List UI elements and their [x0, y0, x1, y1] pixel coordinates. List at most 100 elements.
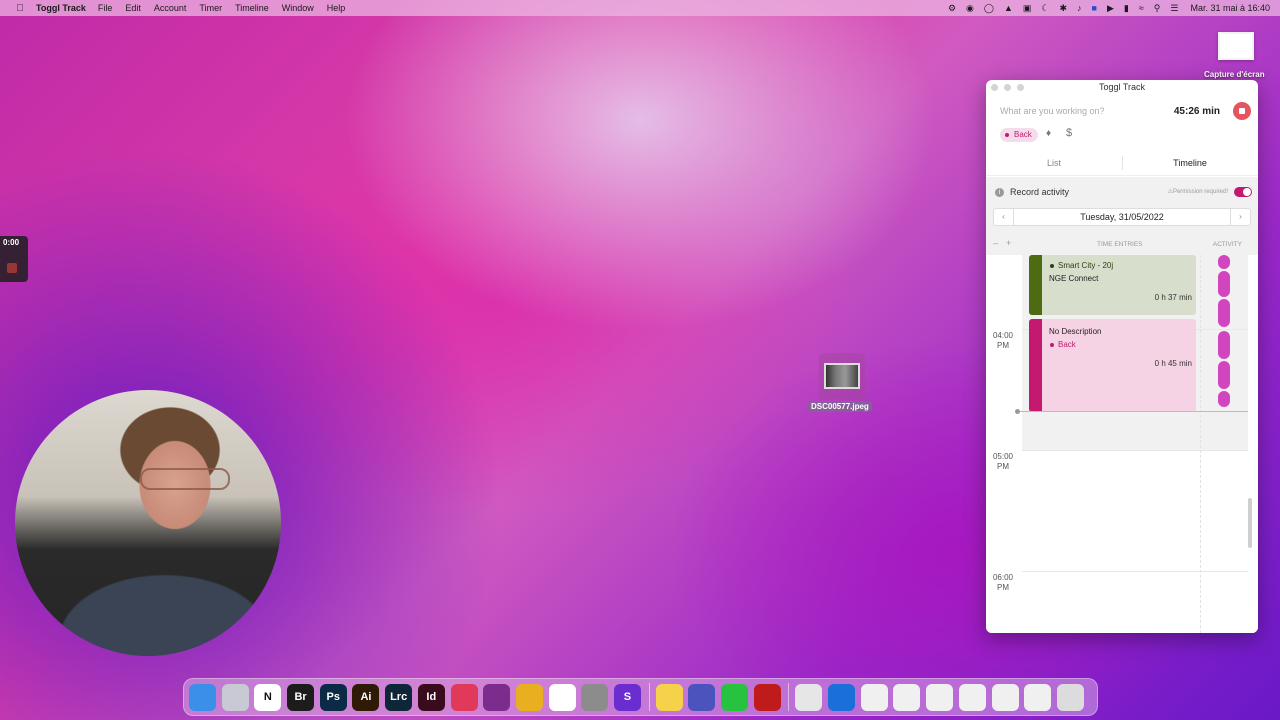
description-input[interactable]: What are you working on?: [1000, 106, 1105, 116]
menu-help[interactable]: Help: [327, 3, 346, 13]
zoom-out-button[interactable]: –: [993, 238, 998, 248]
permission-warning[interactable]: ⚠Permission required!: [1168, 188, 1228, 195]
system-preferences-icon[interactable]: [581, 683, 609, 711]
menu-account[interactable]: Account: [154, 3, 187, 13]
apple-icon[interactable]: : [12, 3, 28, 14]
creative-cloud-icon[interactable]: ◯: [984, 3, 994, 14]
window-controls: [991, 84, 1030, 91]
document-thumb-3-icon[interactable]: [926, 683, 954, 711]
toggl-icon[interactable]: [450, 683, 478, 711]
dock-separator: [648, 683, 650, 711]
whatsapp-icon[interactable]: [721, 683, 748, 711]
webcam-person: [140, 468, 230, 490]
running-timer[interactable]: 45:26 min: [1174, 106, 1220, 117]
menu-timer[interactable]: Timer: [199, 3, 222, 13]
project-pill[interactable]: Back: [1000, 128, 1038, 142]
document-thumb-2-icon[interactable]: [893, 683, 921, 711]
circle-status-icon[interactable]: ◉: [966, 3, 974, 14]
entry-description: NGE Connect: [1049, 274, 1099, 283]
time-entry-block[interactable]: No Description Back 0 h 45 min: [1029, 319, 1196, 412]
activity-segment: [1218, 331, 1230, 359]
dock-separator: [788, 683, 790, 711]
onepassword-icon[interactable]: [828, 683, 856, 711]
jpeg-file-label[interactable]: DSC00577.jpeg: [808, 401, 872, 412]
info-icon[interactable]: i: [995, 188, 1004, 197]
dock: N Br Ps Ai Lrc Id S: [183, 678, 1098, 716]
document-thumb-1-icon[interactable]: [860, 683, 888, 711]
menu-timeline[interactable]: Timeline: [235, 3, 269, 13]
flag-fr-icon[interactable]: ■: [1092, 3, 1097, 13]
window-titlebar[interactable]: Toggl Track: [986, 80, 1258, 96]
menu-edit[interactable]: Edit: [125, 3, 141, 13]
gear-status-icon[interactable]: ⚙: [948, 3, 956, 14]
menu-window[interactable]: Window: [282, 3, 314, 13]
indesign-icon[interactable]: Id: [417, 683, 445, 711]
minimize-button[interactable]: [1004, 84, 1011, 91]
prev-day-button[interactable]: ‹: [994, 209, 1014, 225]
timeline-scrollbar[interactable]: [1248, 498, 1252, 548]
current-date[interactable]: Tuesday, 31/05/2022: [1014, 209, 1230, 225]
launchpad-icon[interactable]: [221, 683, 249, 711]
window-title: Toggl Track: [1098, 82, 1146, 92]
activity-segment: [1218, 391, 1230, 407]
slack-icon[interactable]: [548, 683, 576, 711]
lightroom-classic-icon[interactable]: Lrc: [385, 683, 413, 711]
printer-icon[interactable]: [795, 683, 823, 711]
screenshot-file-label: Capture d'écran: [1204, 70, 1265, 79]
record-activity-toggle[interactable]: [1234, 187, 1252, 197]
permission-text: Permission required!: [1172, 189, 1228, 195]
record-activity-label: Record activity: [1010, 187, 1070, 197]
timeline-grid[interactable]: 04:00 PM 05:00 PM 06:00 PM Smart City - 20j…: [986, 255, 1258, 633]
teams-icon[interactable]: [688, 683, 716, 711]
illustrator-icon[interactable]: Ai: [352, 683, 380, 711]
entry-meta-row: Back ♦ $: [986, 126, 1258, 150]
screenshot-file-icon[interactable]: [1218, 32, 1254, 60]
tab-timeline[interactable]: Timeline: [1122, 150, 1258, 175]
jpeg-file-icon[interactable]: [819, 353, 865, 399]
mini-stop-icon[interactable]: [7, 263, 17, 273]
timeline-column-headers: – + TIME ENTRIES ACTIVITY: [986, 238, 1258, 250]
next-day-button[interactable]: ›: [1230, 209, 1250, 225]
s-app-icon[interactable]: S: [613, 683, 641, 711]
activity-segment: [1218, 299, 1230, 327]
menu-app-name[interactable]: Toggl Track: [36, 3, 86, 13]
notion-icon[interactable]: N: [254, 683, 282, 711]
app-status-icon[interactable]: ▣: [1023, 3, 1032, 14]
menu-datetime[interactable]: Mar. 31 mai à 16:40: [1190, 3, 1270, 13]
play-status-icon[interactable]: ▶: [1107, 3, 1114, 14]
finder-icon[interactable]: [189, 683, 216, 711]
wifi-off-icon[interactable]: ≈: [1139, 3, 1144, 13]
menu-file[interactable]: File: [98, 3, 113, 13]
document-thumb-5-icon[interactable]: [991, 683, 1019, 711]
bridge-icon[interactable]: Br: [287, 683, 315, 711]
mini-timer-widget[interactable]: 0:00: [0, 236, 28, 282]
current-time-dot: [1015, 409, 1020, 414]
tag-icon[interactable]: ♦: [1046, 128, 1051, 139]
chrome-icon[interactable]: [515, 683, 543, 711]
stop-timer-button[interactable]: [1233, 102, 1251, 120]
search-icon[interactable]: ⚲: [1154, 3, 1161, 14]
tab-list[interactable]: List: [986, 150, 1122, 175]
activity-header: ACTIVITY: [1212, 241, 1242, 248]
volume-icon[interactable]: ♪: [1077, 3, 1082, 13]
photoshop-icon[interactable]: Ps: [319, 683, 347, 711]
flask-icon[interactable]: ▲: [1004, 3, 1013, 13]
document-thumb-6-icon[interactable]: [1024, 683, 1052, 711]
trash-icon[interactable]: [1056, 683, 1084, 711]
acrobat-icon[interactable]: [753, 683, 781, 711]
power-icon[interactable]: [483, 683, 511, 711]
battery-icon[interactable]: ▮: [1124, 3, 1129, 14]
bluetooth-icon[interactable]: ✱: [1059, 3, 1067, 14]
document-thumb-4-icon[interactable]: [958, 683, 986, 711]
hour-label-5pm: 05:00 PM: [992, 452, 1014, 471]
hour-label-6pm: 06:00 PM: [992, 573, 1014, 592]
zoom-in-button[interactable]: +: [1006, 238, 1011, 248]
control-center-icon[interactable]: ☰: [1170, 3, 1178, 14]
billable-icon[interactable]: $: [1066, 127, 1072, 139]
time-entry-block[interactable]: Smart City - 20j NGE Connect 0 h 37 min: [1029, 255, 1196, 315]
moon-icon[interactable]: ☾: [1041, 3, 1049, 14]
stop-icon: [1239, 108, 1245, 114]
zoom-button[interactable]: [1017, 84, 1024, 91]
notes-icon[interactable]: [655, 683, 683, 711]
close-button[interactable]: [991, 84, 998, 91]
